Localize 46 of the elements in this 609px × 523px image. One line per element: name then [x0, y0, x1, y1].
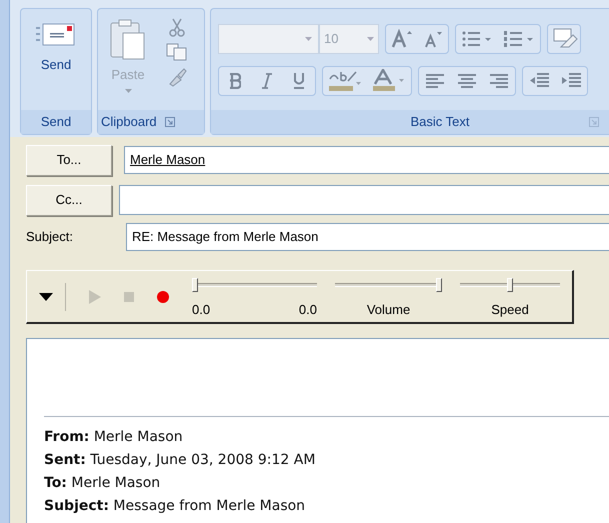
numbering-icon[interactable]: [504, 30, 534, 48]
group-label: Clipboard: [101, 113, 157, 132]
slider-thumb[interactable]: [436, 278, 442, 292]
subject-label: Subject:: [26, 228, 74, 246]
record-icon[interactable]: [157, 290, 169, 302]
copy-icon[interactable]: [166, 43, 188, 61]
quoted-header-line: Subject: Message from Merle Mason: [44, 497, 306, 516]
launcher-icon[interactable]: [164, 117, 175, 127]
slider-label: Speed: [491, 300, 529, 319]
grow-font-icon[interactable]: [390, 28, 414, 48]
decrease-indent-icon[interactable]: [529, 72, 549, 90]
to-field[interactable]: Merle Mason: [124, 146, 609, 174]
slider-label: Volume: [366, 300, 410, 319]
underline-icon[interactable]: [293, 72, 305, 90]
brush-icon[interactable]: [167, 67, 187, 87]
font-color-icon[interactable]: [372, 68, 406, 92]
cc-button[interactable]: Cc...: [26, 184, 112, 216]
caret-icon: [124, 88, 132, 92]
cc-field[interactable]: [119, 185, 609, 215]
caret-icon: [367, 36, 374, 40]
to-button[interactable]: To...: [26, 144, 112, 176]
clear-formatting-icon[interactable]: [547, 24, 581, 54]
dropdown-arrow-icon[interactable]: [39, 292, 53, 300]
envelope-icon: [36, 23, 76, 47]
scissors-icon[interactable]: [169, 17, 185, 37]
align-left-icon[interactable]: [426, 72, 444, 88]
caret-icon: [305, 36, 312, 40]
increase-indent-icon[interactable]: [561, 72, 581, 90]
italic-icon[interactable]: [261, 72, 273, 88]
subject-field[interactable]: RE: Message from Merle Mason: [126, 223, 609, 251]
slider-label: 0.0: [192, 300, 210, 319]
quoted-header-line: From: Merle Mason: [44, 428, 184, 447]
quoted-header-line: To: Merle Mason: [44, 474, 162, 493]
bold-icon[interactable]: [229, 72, 241, 88]
slider-thumb[interactable]: [507, 278, 513, 292]
send-button[interactable]: Send: [21, 9, 91, 110]
bullets-icon[interactable]: [462, 30, 492, 48]
group-label: Send: [21, 110, 91, 134]
highlight-icon[interactable]: [328, 68, 362, 92]
quoted-header-line: Sent: Tuesday, June 03, 2008 9:12 AM: [44, 451, 316, 470]
group-label: Basic Text: [409, 113, 470, 132]
clipboard-icon: [110, 19, 146, 61]
slider-label: 0.0: [298, 300, 317, 319]
slider-thumb[interactable]: [192, 278, 198, 292]
align-right-icon[interactable]: [490, 72, 508, 88]
align-center-icon[interactable]: [458, 72, 476, 88]
